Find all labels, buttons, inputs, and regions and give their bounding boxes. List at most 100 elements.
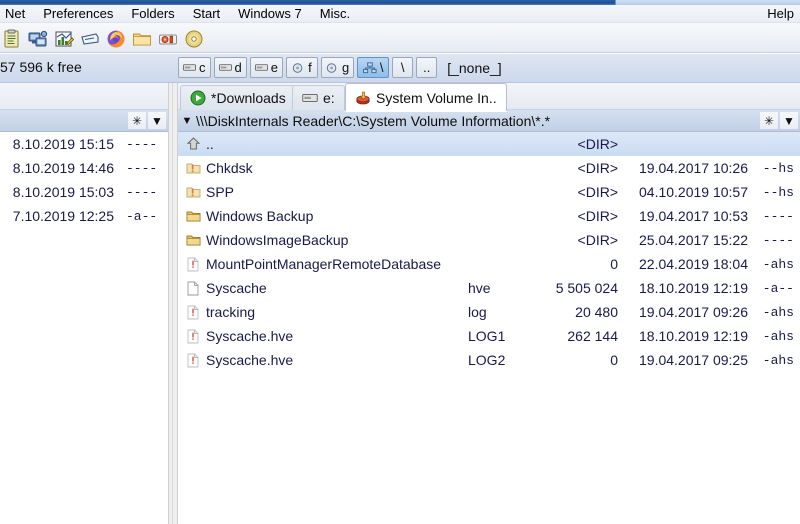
left-row-date: 7.10.2019 12:25 (12, 208, 114, 224)
menu-help[interactable]: Help (767, 6, 794, 21)
file-attr: --hs (762, 184, 794, 200)
history-dropdown-button[interactable]: ▼ (780, 112, 798, 129)
left-file-panel: ✳ ▼ 8.10.2019 15:15 ---- 8.10.2019 14:46… (0, 83, 168, 524)
network-icon (362, 61, 377, 73)
folder-open-button[interactable] (130, 27, 154, 50)
drive-button-f[interactable]: f (285, 57, 318, 78)
harddisk-icon (302, 94, 318, 102)
file-attr: ---- (762, 232, 794, 248)
panel-splitter[interactable] (168, 83, 178, 524)
menu-misc[interactable]: Misc. (311, 5, 359, 23)
file-ext: LOG1 (468, 328, 506, 344)
file-date: 25.04.2017 15:22 (639, 232, 748, 248)
menu-bar: Net Preferences Folders Start Windows 7 … (0, 5, 800, 23)
left-row-date: 8.10.2019 15:03 (12, 184, 114, 200)
favorites-star-button[interactable]: ✳ (760, 112, 778, 129)
tab-label-drive-e: e: (323, 90, 335, 106)
burn-disc-button[interactable] (156, 27, 180, 50)
left-path-bar[interactable]: ✳ ▼ (0, 110, 168, 132)
file-ext: LOG2 (468, 352, 506, 368)
left-row-date: 8.10.2019 14:46 (12, 160, 114, 176)
table-row[interactable]: Windows Backup <DIR> 19.04.2017 10:53 --… (178, 204, 800, 228)
table-row[interactable]: Syscache.hve LOG2 0 19.04.2017 09:25 -ah… (178, 348, 800, 372)
drive-label-parent: .. (423, 60, 431, 75)
table-row[interactable]: .. <DIR> (178, 132, 800, 156)
file-ext: hve (468, 280, 491, 296)
table-row[interactable]: WindowsImageBackup <DIR> 25.04.2017 15:2… (178, 228, 800, 252)
clipboard-list-button[interactable] (0, 27, 24, 50)
total-commander-window: Net Preferences Folders Start Windows 7 … (0, 0, 800, 524)
file-date: 19.04.2017 09:25 (639, 352, 748, 368)
path-dropdown-caret-icon[interactable]: ▼ (178, 115, 196, 127)
optical-icon (326, 62, 337, 73)
menu-start[interactable]: Start (184, 5, 229, 23)
drive-button-g[interactable]: g (320, 57, 355, 78)
folder-icon (184, 209, 202, 223)
drive-button-e[interactable]: e (249, 57, 283, 78)
file-date: 18.10.2019 12:19 (639, 280, 748, 296)
network-computer-icon (28, 30, 48, 46)
folder-hidden-icon (184, 161, 202, 175)
harddisk-icon (183, 64, 196, 71)
file-hidden-icon (184, 257, 202, 272)
file-name: .. (206, 136, 214, 152)
file-name: Syscache.hve (206, 328, 294, 344)
tab-downloads[interactable]: *Downloads (180, 85, 296, 110)
chart-edit-button[interactable] (52, 27, 76, 50)
left-row-attr: ---- (126, 160, 158, 176)
green-play-icon (190, 90, 206, 106)
file-size: 0 (610, 256, 618, 272)
tab-drive-e[interactable]: e: (292, 85, 345, 110)
table-row[interactable]: MountPointManagerRemoteDatabase 0 22.04.… (178, 252, 800, 276)
left-row-date: 8.10.2019 15:15 (12, 136, 114, 152)
file-hidden-icon (184, 353, 202, 368)
table-row[interactable]: Syscache.hve LOG1 262 144 18.10.2019 12:… (178, 324, 800, 348)
tab-system-volume-information[interactable]: System Volume In.. (345, 83, 507, 111)
history-dropdown-button[interactable]: ▼ (148, 112, 166, 129)
drive-label-network: \ (379, 60, 384, 75)
folder-hidden-icon (184, 185, 202, 199)
menu-windows7[interactable]: Windows 7 (229, 5, 311, 23)
menu-folders[interactable]: Folders (122, 5, 183, 23)
left-table-row[interactable]: 8.10.2019 14:46 ---- (0, 156, 168, 180)
drive-button-root[interactable]: \ (392, 57, 414, 78)
drive-label-e: e (270, 60, 278, 75)
firefox-browser-button[interactable] (104, 27, 128, 50)
table-row[interactable]: SPP <DIR> 04.10.2019 10:57 --hs (178, 180, 800, 204)
drive-label-f: f (308, 60, 312, 75)
file-list: .. <DIR> Chkdsk <DIR> 19.04.2017 10:26 -… (178, 132, 800, 524)
rename-tag-icon (81, 32, 99, 45)
table-row[interactable]: Syscache hve 5 505 024 18.10.2019 12:19 … (178, 276, 800, 300)
left-row-attr: ---- (126, 136, 158, 152)
menu-net[interactable]: Net (0, 5, 34, 23)
file-size: <DIR> (577, 160, 618, 176)
file-name: Chkdsk (206, 160, 253, 176)
file-name: Syscache.hve (206, 352, 294, 368)
drive-button-c[interactable]: c (178, 57, 211, 78)
favorites-star-button[interactable]: ✳ (128, 112, 146, 129)
menu-items: Net Preferences Folders Start Windows 7 … (0, 5, 359, 23)
drive-button-network[interactable]: \ (357, 57, 390, 78)
cd-disc-button[interactable] (182, 27, 206, 50)
left-table-row[interactable]: 8.10.2019 15:15 ---- (0, 132, 168, 156)
drive-button-d[interactable]: d (213, 57, 247, 78)
file-attr: -ahs (762, 304, 794, 320)
optical-icon (292, 62, 303, 73)
file-date: 19.04.2017 10:53 (639, 208, 748, 224)
menu-preferences[interactable]: Preferences (34, 5, 122, 23)
table-row[interactable]: tracking log 20 480 19.04.2017 09:26 -ah… (178, 300, 800, 324)
left-path-buttons: ✳ ▼ (128, 112, 166, 129)
right-path-buttons: ✳ ▼ (760, 112, 798, 129)
file-attr: -ahs (762, 256, 794, 272)
right-file-panel: *Downloads e: System Volume In.. ▼ \\\Di… (178, 83, 800, 524)
left-table-row[interactable]: 8.10.2019 15:03 ---- (0, 180, 168, 204)
drive-button-parent[interactable]: .. (416, 57, 438, 78)
network-computer-button[interactable] (26, 27, 50, 50)
left-table-row[interactable]: 7.10.2019 12:25 -a-- (0, 204, 168, 228)
tab-label-downloads: *Downloads (211, 90, 286, 106)
file-size: <DIR> (577, 136, 618, 152)
right-path-bar[interactable]: ▼ \\\DiskInternals Reader\C:\System Volu… (178, 110, 800, 132)
file-date: 04.10.2019 10:57 (639, 184, 748, 200)
table-row[interactable]: Chkdsk <DIR> 19.04.2017 10:26 --hs (178, 156, 800, 180)
rename-tag-button[interactable] (78, 27, 102, 50)
